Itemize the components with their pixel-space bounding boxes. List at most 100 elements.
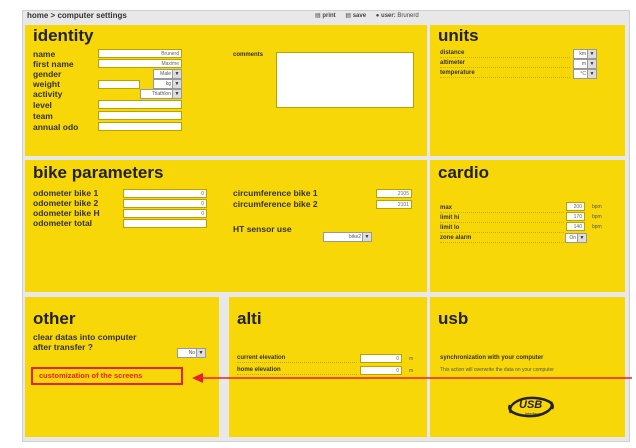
user-value: Brunerd bbox=[397, 13, 419, 19]
cardio-max-field[interactable]: 200 bbox=[566, 202, 585, 211]
odometer-bike-1-label: odometer bike 1 bbox=[33, 188, 99, 198]
chevron-down-icon: ▼ bbox=[587, 60, 596, 68]
alti-label-current-elevation: current elevation bbox=[237, 355, 286, 361]
units-label-distance: distance bbox=[440, 50, 465, 56]
odometer-bike-1-field[interactable]: 0 bbox=[123, 189, 207, 198]
name-field[interactable]: Brunerd bbox=[98, 49, 182, 58]
ht-sensor-select[interactable]: bike2 ▼ bbox=[323, 232, 372, 242]
odometer-bike-2-field[interactable]: 0 bbox=[123, 199, 207, 208]
clear-datas-label-line-2: after transfer ? bbox=[33, 342, 93, 352]
alti-unit-current: m bbox=[409, 356, 414, 362]
cardio-unit-max: bpm bbox=[592, 204, 602, 210]
alti-unit-home: m bbox=[409, 368, 414, 374]
zone-alarm-value: On bbox=[569, 235, 576, 241]
clear-datas-value: No bbox=[188, 350, 195, 356]
customization-link-text: customization of the screens bbox=[39, 371, 143, 380]
usb-title: usb bbox=[438, 309, 469, 328]
activity-value: Triathlon bbox=[151, 91, 171, 97]
circumference-bike-1-label: circumference bike 1 bbox=[233, 188, 318, 198]
circumference-bike-2-field[interactable]: 2101 bbox=[376, 200, 412, 209]
ht-sensor-value: bike2 bbox=[349, 234, 361, 240]
top-bar: home > computer settings ▤ print ▤ save … bbox=[25, 11, 625, 23]
gender-select[interactable]: Male ▼ bbox=[153, 69, 182, 79]
units-panel: units distance altimeter temperature km ▼… bbox=[430, 25, 625, 156]
usb-panel: usb synchronization with your computer T… bbox=[430, 297, 625, 437]
customization-link[interactable]: customization of the screens bbox=[31, 367, 183, 385]
altimeter-select[interactable]: m ▼ bbox=[573, 59, 597, 69]
print-label: print bbox=[322, 13, 336, 19]
chevron-down-icon: ▼ bbox=[587, 50, 596, 58]
units-label-altimeter: altimeter bbox=[440, 60, 466, 66]
usb-button-label: USB bbox=[519, 399, 543, 411]
print-button[interactable]: ▤ print bbox=[315, 13, 336, 19]
user-indicator: ● user: Brunerd bbox=[375, 13, 419, 19]
usb-sync-text: synchronization with your computer bbox=[440, 355, 544, 361]
activity-select[interactable]: Triathlon ▼ bbox=[140, 89, 182, 99]
ht-sensor-use-label: HT sensor use bbox=[233, 224, 292, 234]
comments-textarea[interactable] bbox=[276, 52, 414, 108]
chevron-down-icon: ▼ bbox=[172, 80, 181, 88]
alti-label-home-elevation: home elevation bbox=[237, 367, 281, 373]
chevron-down-icon: ▼ bbox=[172, 70, 181, 78]
odometer-total-label: odometer total bbox=[33, 218, 93, 228]
units-label-temperature: temperature bbox=[440, 70, 475, 76]
distance-select[interactable]: km ▼ bbox=[573, 49, 597, 59]
current-elevation-field[interactable]: 0 bbox=[360, 354, 402, 363]
cardio-dotted-rule bbox=[440, 232, 564, 233]
identity-label-name: name bbox=[33, 49, 56, 59]
alti-dotted-rule bbox=[237, 374, 357, 375]
units-dotted-rule bbox=[440, 77, 570, 78]
zone-alarm-select[interactable]: On ▼ bbox=[565, 233, 587, 243]
cardio-label-limit-lo: limit lo bbox=[440, 225, 460, 231]
identity-label-gender: gender bbox=[33, 69, 62, 79]
cardio-label-zone-alarm: zone alarm bbox=[440, 235, 472, 241]
weight-field[interactable] bbox=[98, 80, 140, 89]
cardio-title: cardio bbox=[438, 163, 490, 182]
chevron-down-icon: ▼ bbox=[577, 234, 586, 242]
usb-warning-text: This action will overwrite the data on y… bbox=[440, 367, 554, 373]
cardio-label-max: max bbox=[440, 205, 453, 211]
chevron-down-icon: ▼ bbox=[172, 90, 181, 98]
save-button[interactable]: ▤ save bbox=[345, 13, 366, 19]
first-name-field[interactable]: Maxime bbox=[98, 59, 182, 68]
bike-parameters-title: bike parameters bbox=[33, 163, 164, 182]
gender-value: Male bbox=[160, 71, 171, 77]
temperature-value: °C bbox=[580, 71, 586, 77]
breadcrumb[interactable]: home > computer settings bbox=[27, 11, 127, 20]
odometer-bike-h-label: odometer bike H bbox=[33, 208, 100, 218]
distance-value: km bbox=[579, 51, 586, 57]
user-label: user: bbox=[381, 13, 396, 19]
clear-datas-select[interactable]: No ▼ bbox=[177, 348, 206, 358]
units-title: units bbox=[438, 26, 479, 45]
cardio-unit-limit-hi: bpm bbox=[592, 214, 602, 220]
other-panel: other clear datas into computer after tr… bbox=[25, 297, 219, 437]
odometer-total-field bbox=[123, 219, 207, 228]
temperature-select[interactable]: °C ▼ bbox=[573, 69, 597, 79]
save-label: save bbox=[352, 13, 367, 19]
level-field[interactable] bbox=[98, 100, 182, 109]
alti-dotted-rule bbox=[237, 362, 357, 363]
usb-interface-button[interactable]: USB interface bbox=[505, 393, 557, 421]
cardio-panel: cardio max limit hi limit lo zone alarm … bbox=[430, 160, 625, 292]
circumference-bike-1-field[interactable]: 2105 bbox=[376, 189, 412, 198]
weight-unit-select[interactable]: kg ▼ bbox=[153, 79, 182, 89]
identity-label-team: team bbox=[33, 111, 53, 121]
identity-label-level: level bbox=[33, 100, 52, 110]
alti-panel: alti current elevation home elevation 0 … bbox=[229, 297, 427, 437]
odometer-bike-h-field[interactable]: 0 bbox=[123, 209, 207, 218]
team-field[interactable] bbox=[98, 111, 182, 120]
identity-title: identity bbox=[33, 26, 94, 45]
identity-label-annual-odo: annual odo bbox=[33, 122, 79, 132]
bike-parameters-panel: bike parameters odometer bike 1 odometer… bbox=[25, 160, 427, 292]
comments-label: comments bbox=[233, 52, 264, 58]
circumference-bike-2-label: circumference bike 2 bbox=[233, 199, 318, 209]
cardio-limit-hi-field[interactable]: 170 bbox=[566, 212, 585, 221]
identity-label-first-name: first name bbox=[33, 59, 74, 69]
cardio-limit-lo-field[interactable]: 140 bbox=[566, 222, 585, 231]
home-elevation-field[interactable]: 0 bbox=[360, 366, 402, 375]
cardio-unit-limit-lo: bpm bbox=[592, 224, 602, 230]
cardio-dotted-rule bbox=[440, 222, 564, 223]
annual-odo-field[interactable] bbox=[98, 122, 182, 131]
units-dotted-rule bbox=[440, 57, 570, 58]
cardio-label-limit-hi: limit hi bbox=[440, 215, 460, 221]
